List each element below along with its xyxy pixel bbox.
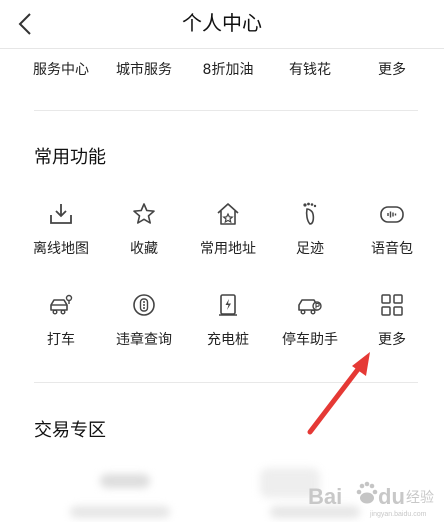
common-address-item[interactable]: 常用地址 (185, 201, 271, 273)
red-arrow-annotation (307, 352, 370, 435)
voice-pack-item[interactable]: 语音包 (349, 201, 435, 273)
taxi-icon (50, 294, 73, 315)
baidu-jingyan-watermark: Bai du 经验 jingyan.baidu.com (308, 481, 434, 518)
blurred-content (100, 474, 150, 488)
trade-zone-title: 交易专区 (34, 420, 106, 441)
youqianhua-link[interactable]: 有钱花 (289, 56, 331, 84)
footprint-item[interactable]: 足迹 (267, 201, 353, 273)
watermark-text: 经验 (406, 490, 434, 506)
home-star-icon (217, 203, 239, 225)
common-address-label: 常用地址 (200, 241, 256, 257)
taxi-label: 打车 (47, 332, 75, 348)
service-center-link[interactable]: 服务中心 (33, 56, 89, 84)
violation-query-item[interactable]: 违章查询 (101, 292, 187, 364)
services-row: 服务中心 城市服务 8折加油 有钱花 更多 (0, 56, 444, 86)
common-functions-title: 常用功能 (34, 147, 106, 168)
divider (34, 110, 418, 111)
footprint-label: 足迹 (296, 241, 324, 257)
footprint-icon (303, 202, 317, 225)
violation-query-icon (133, 294, 155, 316)
watermark-url: jingyan.baidu.com (369, 511, 427, 518)
offline-map-item[interactable]: 离线地图 (18, 201, 104, 273)
voice-pack-icon (380, 206, 404, 223)
watermark-brand: Bai (308, 484, 342, 509)
violation-query-label: 违章查询 (116, 332, 172, 348)
charging-pile-icon (219, 294, 237, 316)
grid-icon (381, 294, 403, 316)
favorites-label: 收藏 (130, 241, 158, 257)
profile-center-page: 个人中心 服务中心 城市服务 8折加油 有钱花 更多 常用功能 离线地图 收藏 … (0, 0, 444, 522)
favorites-item[interactable]: 收藏 (101, 201, 187, 273)
offline-map-label: 离线地图 (33, 241, 89, 257)
fuel-discount-link[interactable]: 8折加油 (203, 56, 254, 84)
star-icon (133, 203, 155, 224)
page-title: 个人中心 (182, 11, 262, 35)
header-bar: 个人中心 (0, 0, 444, 49)
services-more-link[interactable]: 更多 (378, 56, 406, 84)
parking-car-icon (298, 299, 322, 315)
voice-pack-label: 语音包 (371, 241, 413, 257)
watermark-du: du (378, 484, 405, 509)
charging-pile-item[interactable]: 充电桩 (185, 292, 271, 364)
download-tray-icon (50, 204, 72, 224)
charging-pile-label: 充电桩 (207, 332, 249, 348)
taxi-item[interactable]: 打车 (18, 292, 104, 364)
city-service-link[interactable]: 城市服务 (116, 56, 172, 84)
blurred-content (70, 506, 170, 518)
